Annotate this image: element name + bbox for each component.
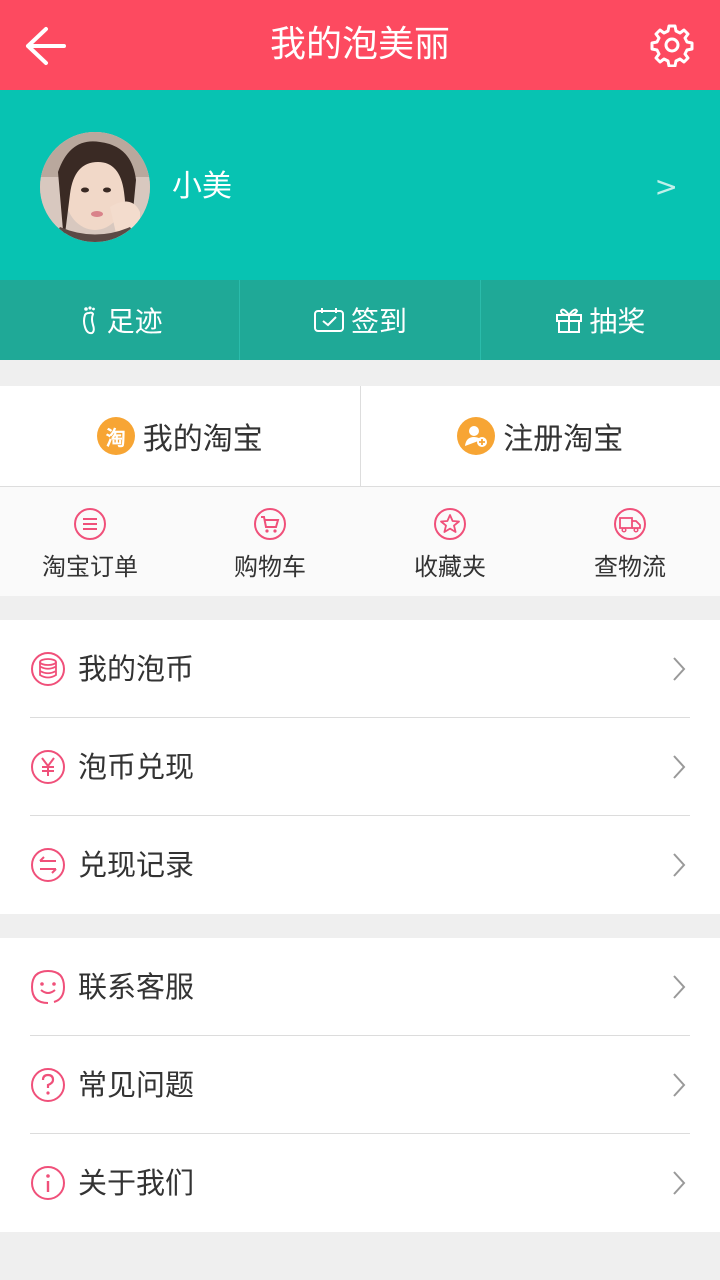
service-face-icon xyxy=(30,969,66,1004)
chevron-right-icon xyxy=(673,1171,686,1195)
faq-label: 常见问题 xyxy=(78,1068,195,1102)
cart-button[interactable]: 购物车 xyxy=(180,487,360,596)
yen-icon xyxy=(31,750,65,784)
chevron-right-icon xyxy=(673,755,686,779)
info-icon xyxy=(31,1166,65,1200)
add-user-icon xyxy=(457,417,496,455)
list-icon xyxy=(74,508,106,540)
checkin-button[interactable]: 签到 xyxy=(239,280,479,360)
gear-icon[interactable] xyxy=(650,23,694,67)
lottery-button[interactable]: 抽奖 xyxy=(479,280,720,360)
truck-icon xyxy=(614,508,646,540)
taobao-orders-label: 淘宝订单 xyxy=(42,553,138,581)
cashout-history-item[interactable]: 兑现记录 xyxy=(0,816,720,914)
help-menu-group: 联系客服 常见问题 关于我们 xyxy=(0,938,720,1232)
gift-icon xyxy=(556,308,583,333)
calendar-check-icon xyxy=(313,308,344,332)
about-us-label: 关于我们 xyxy=(78,1166,195,1200)
top-bar: 我的泡美丽 xyxy=(0,0,720,90)
taobao-panel: 淘 我的淘宝 注册淘宝 xyxy=(0,386,720,486)
logistics-label: 查物流 xyxy=(594,553,666,581)
profile-banner[interactable]: 小美 > xyxy=(0,90,720,280)
faq-item[interactable]: 常见问题 xyxy=(0,1036,720,1134)
favorites-label: 收藏夹 xyxy=(414,553,486,581)
page-title: 我的泡美丽 xyxy=(269,24,450,65)
my-taobao-button[interactable]: 淘 我的淘宝 xyxy=(0,386,360,486)
coin-cashout-label: 泡币兑现 xyxy=(78,750,195,784)
taobao-icon: 淘 xyxy=(96,417,135,455)
cart-label: 购物车 xyxy=(234,553,306,581)
chevron-right-icon xyxy=(673,975,686,999)
action-label-footprint: 足迹 xyxy=(106,305,163,338)
action-label-checkin: 签到 xyxy=(350,305,407,338)
register-taobao-label: 注册淘宝 xyxy=(503,422,624,457)
taobao-orders-button[interactable]: 淘宝订单 xyxy=(0,487,180,596)
logistics-button[interactable]: 查物流 xyxy=(540,487,720,596)
my-taobao-label: 我的淘宝 xyxy=(142,422,263,457)
register-taobao-button[interactable]: 注册淘宝 xyxy=(359,386,720,486)
footprint-icon xyxy=(82,306,95,335)
chevron-right-icon: > xyxy=(654,170,678,203)
favorites-button[interactable]: 收藏夹 xyxy=(360,487,540,596)
coin-cashout-item[interactable]: 泡币兑现 xyxy=(0,718,720,816)
about-us-item[interactable]: 关于我们 xyxy=(0,1134,720,1232)
cashout-history-label: 兑现记录 xyxy=(78,848,195,882)
quick-links: 淘宝订单 购物车 收藏夹 查物流 xyxy=(0,486,720,596)
chevron-right-icon xyxy=(673,853,686,877)
cart-icon xyxy=(254,508,286,540)
star-icon xyxy=(434,508,466,540)
coins-icon xyxy=(31,652,65,686)
action-bar: 足迹 签到 抽奖 xyxy=(0,280,720,360)
chevron-right-icon xyxy=(673,1073,686,1097)
chevron-right-icon xyxy=(673,657,686,681)
contact-service-label: 联系客服 xyxy=(78,970,195,1004)
contact-service-item[interactable]: 联系客服 xyxy=(0,938,720,1036)
my-coins-label: 我的泡币 xyxy=(78,652,195,686)
my-coins-item[interactable]: 我的泡币 xyxy=(0,620,720,718)
action-label-lottery: 抽奖 xyxy=(589,305,646,338)
footprint-button[interactable]: 足迹 xyxy=(0,280,239,360)
exchange-icon xyxy=(31,848,65,882)
avatar[interactable] xyxy=(40,132,150,242)
username: 小美 xyxy=(172,169,232,204)
question-icon xyxy=(31,1068,65,1102)
coin-menu-group: 我的泡币 泡币兑现 兑现记录 xyxy=(0,620,720,914)
